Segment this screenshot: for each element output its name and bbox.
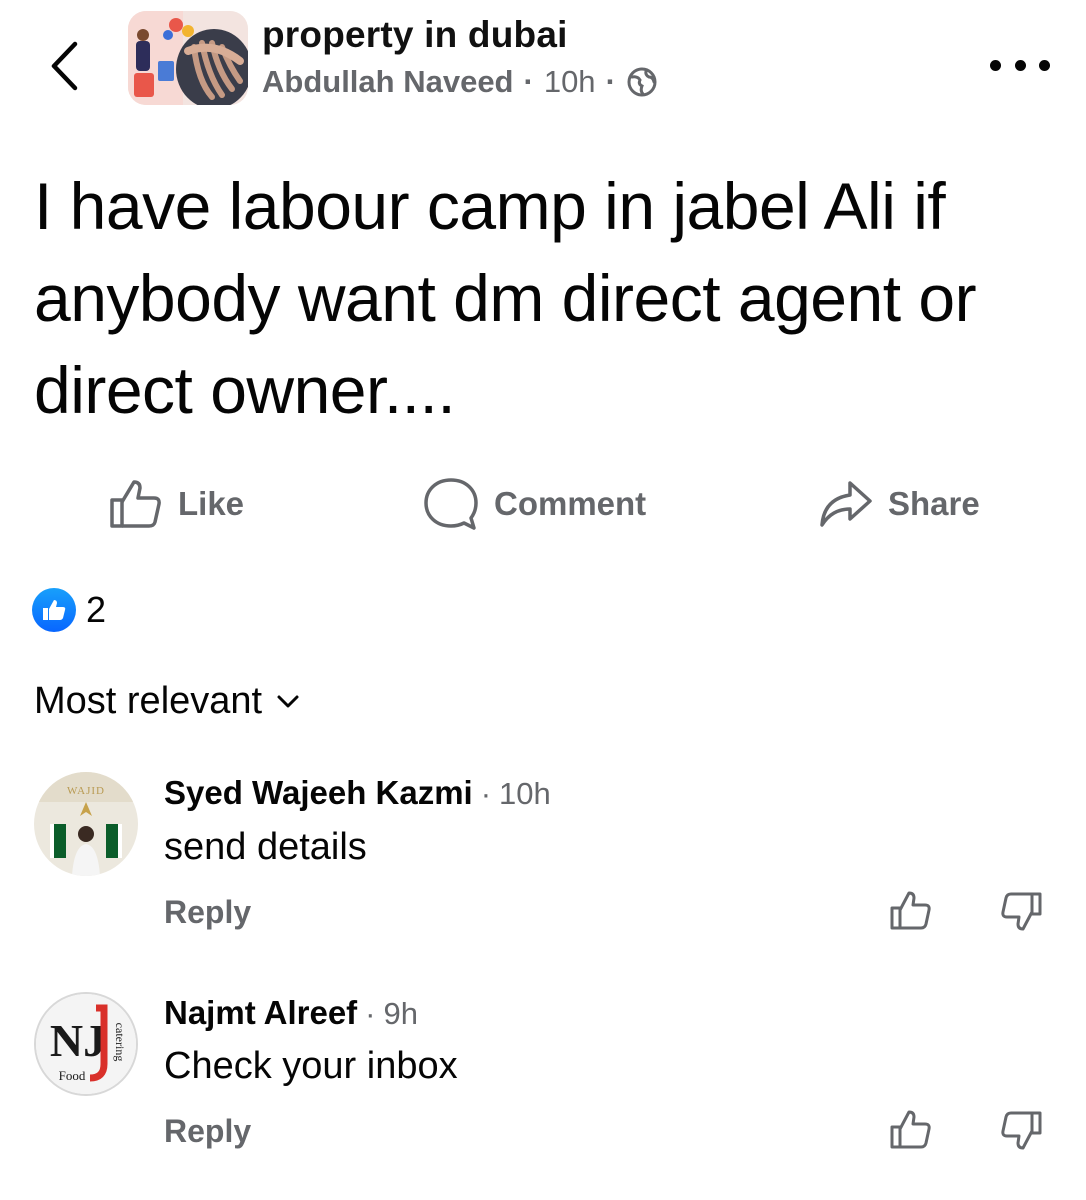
author-name[interactable]: Abdullah Naveed (262, 64, 514, 100)
comment-text: Check your inbox (164, 1045, 458, 1087)
like-button[interactable]: Like (108, 474, 244, 534)
avatar-logo-text: NJ (50, 1015, 106, 1066)
chevron-left-icon (51, 41, 78, 91)
downvote-button[interactable] (998, 888, 1044, 934)
dot-icon (1039, 59, 1050, 71)
commenter-avatar[interactable]: WAJID (34, 772, 138, 876)
like-reaction-icon (32, 588, 76, 632)
globe-icon (627, 67, 657, 97)
post-meta: Abdullah Naveed · 10h · (262, 64, 658, 100)
speech-bubble-icon (424, 478, 478, 530)
separator-dot: · (523, 64, 534, 99)
back-button[interactable] (40, 38, 88, 94)
chevron-down-icon (277, 695, 299, 707)
thumbs-up-icon (890, 1110, 931, 1149)
upvote-button[interactable] (888, 1107, 934, 1153)
thumbs-down-icon (1001, 892, 1042, 931)
reactions-summary[interactable]: 2 (32, 588, 106, 632)
comment-header: Syed Wajeeh Kazmi · 10h (164, 774, 551, 812)
group-avatar[interactable] (128, 11, 248, 105)
more-options-button[interactable] (990, 50, 1050, 80)
avatar-catering-text: catering (113, 1023, 127, 1062)
commenter-name[interactable]: Najmt Alreef (164, 994, 357, 1032)
thumbs-up-icon (890, 891, 931, 930)
post-time[interactable]: 10h (544, 64, 596, 100)
thumbs-down-icon (1001, 1111, 1042, 1150)
separator-dot: · (480, 776, 492, 811)
reply-button[interactable]: Reply (164, 894, 251, 931)
comment-time: 10h (499, 776, 551, 811)
share-button[interactable]: Share (818, 474, 980, 534)
comment-header: Najmt Alreef · 9h (164, 994, 418, 1032)
avatar-food-text: Food (59, 1068, 86, 1083)
comment-text: send details (164, 826, 367, 868)
reply-button[interactable]: Reply (164, 1113, 251, 1150)
thumbs-up-icon (110, 480, 161, 528)
share-label: Share (888, 485, 980, 522)
like-label: Like (178, 485, 245, 522)
separator-dot: · (365, 996, 376, 1031)
comment-button[interactable]: Comment (422, 474, 646, 534)
sort-label: Most relevant (34, 680, 263, 722)
post-text: I have labour camp in jabel Ali if anybo… (34, 169, 977, 427)
commenter-avatar[interactable]: NJ Food catering (34, 992, 138, 1096)
avatar-wajid-text: WAJID (67, 785, 105, 797)
reaction-count: 2 (86, 589, 107, 630)
comment-sort-dropdown[interactable]: Most relevant (34, 680, 300, 723)
separator-dot-2: · (605, 64, 616, 99)
upvote-button[interactable] (888, 888, 934, 934)
dot-icon (990, 59, 1001, 71)
comment-time: 9h (383, 996, 418, 1031)
downvote-button[interactable] (998, 1107, 1044, 1153)
group-name[interactable]: property in dubai (262, 14, 568, 56)
dot-icon (1014, 59, 1026, 71)
comment-label: Comment (494, 485, 647, 522)
commenter-name[interactable]: Syed Wajeeh Kazmi (164, 774, 473, 812)
share-arrow-icon (820, 481, 872, 527)
